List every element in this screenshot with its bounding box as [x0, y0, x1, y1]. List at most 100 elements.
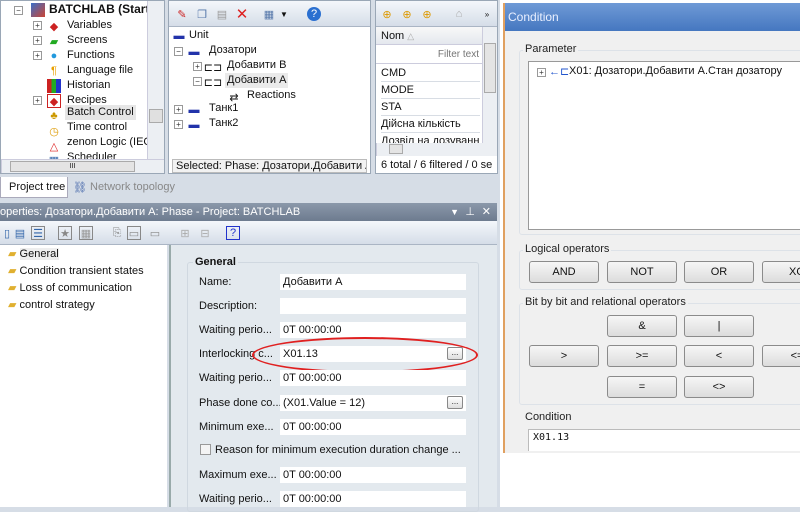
pin-icon[interactable]: ⊥	[465, 203, 475, 221]
bitwise-and-button[interactable]: &	[607, 315, 677, 337]
parameter-tree[interactable]: + ←⊏ X01: Дозатори.Добавити A.Стан дозат…	[528, 61, 800, 230]
reason-checkbox[interactable]	[200, 444, 211, 455]
list-view-icon[interactable]: ▦	[79, 226, 93, 240]
expand-icon[interactable]: +	[537, 68, 546, 77]
toolbar-icon[interactable]: ⎘	[110, 226, 124, 240]
tree-item-tank2[interactable]: Танк2	[209, 116, 238, 131]
link-icon[interactable]: ⌂	[452, 7, 466, 21]
xor-button[interactable]: XO	[762, 261, 800, 283]
horizontal-scrollbar[interactable]	[376, 143, 497, 156]
horizontal-scrollbar[interactable]: III	[1, 159, 164, 173]
favorites-icon[interactable]: ★	[58, 226, 72, 240]
toolbar-icon[interactable]: ▯	[0, 226, 14, 240]
filter-input[interactable]	[376, 46, 482, 64]
column-header-nom[interactable]: Nom △	[376, 27, 482, 45]
expand-icon[interactable]: +	[33, 51, 42, 60]
tree-item-unit[interactable]: Unit	[189, 28, 209, 43]
expand-icon[interactable]: +	[33, 96, 42, 105]
tree-item-tank1[interactable]: Танк1	[209, 101, 238, 116]
edit-icon[interactable]: ✎	[175, 7, 189, 21]
tree-item-historian[interactable]: Historian	[67, 78, 110, 93]
less-button[interactable]: <	[684, 345, 754, 367]
help-icon[interactable]: ?	[226, 226, 240, 240]
expand-icon[interactable]: +	[193, 62, 202, 71]
collapse-icon[interactable]: −	[174, 47, 183, 56]
bitwise-or-button[interactable]: |	[684, 315, 754, 337]
minimum-execution-field[interactable]: 0T 00:00:00	[280, 419, 466, 435]
paste-icon[interactable]: ▤	[215, 7, 229, 21]
description-field[interactable]	[280, 298, 466, 314]
list-row[interactable]: STA	[381, 99, 480, 116]
list-row[interactable]: Дійсна кількість	[381, 116, 480, 133]
dropdown-icon[interactable]: ▼	[277, 7, 291, 21]
field-label: Minimum exe...	[199, 421, 274, 433]
scroll-thumb[interactable]: III	[10, 161, 135, 172]
waiting-period-field[interactable]: 0T 00:00:00	[280, 491, 466, 507]
overflow-icon[interactable]: »	[480, 7, 494, 21]
tree-item-time-control[interactable]: Time control	[67, 120, 127, 135]
list-row[interactable]: CMD	[381, 65, 480, 82]
collapse-icon[interactable]: −	[14, 6, 23, 15]
tab-project-tree[interactable]: Project tree	[0, 177, 68, 198]
or-button[interactable]: OR	[684, 261, 754, 283]
layout-icon[interactable]: ▦	[262, 7, 276, 21]
expand-icon[interactable]: +	[33, 21, 42, 30]
greater-equal-button[interactable]: >=	[607, 345, 677, 367]
help-icon[interactable]: ?	[307, 7, 321, 21]
scroll-thumb[interactable]	[389, 144, 403, 154]
add-variable-icon[interactable]: ⊕	[420, 7, 434, 21]
collapse-all-icon[interactable]: ⊟	[198, 226, 212, 240]
group-item-condition-transient[interactable]: ▰ Condition transient states	[8, 264, 144, 279]
tree-item-batch-control[interactable]: Batch Control	[65, 105, 136, 120]
list-row[interactable]: Дозвіл на дозуванн	[381, 133, 480, 143]
browse-button[interactable]: ...	[447, 396, 463, 409]
vertical-scrollbar[interactable]	[482, 27, 497, 143]
grouped-view-icon[interactable]: ☰	[31, 226, 45, 240]
equal-button[interactable]: =	[607, 376, 677, 398]
and-button[interactable]: AND	[529, 261, 599, 283]
tree-item-language-file[interactable]: Language file	[67, 63, 133, 78]
tab-network-topology[interactable]: Network topology	[90, 177, 175, 197]
phase-done-condition-field[interactable]: (X01.Value = 12)...	[280, 395, 466, 411]
less-equal-button[interactable]: <=	[762, 345, 800, 367]
name-field[interactable]: Добавити A	[280, 274, 466, 290]
expand-all-icon[interactable]: ⊞	[178, 226, 192, 240]
delete-icon[interactable]: ✕	[235, 6, 249, 23]
tree-item-dobavyty-a[interactable]: Добавити A	[225, 73, 289, 88]
vertical-scrollbar[interactable]	[147, 1, 164, 159]
collapse-icon[interactable]: −	[193, 77, 202, 86]
scroll-thumb[interactable]	[149, 109, 163, 123]
group-item-general[interactable]: ▰ General	[8, 247, 59, 262]
group-item-loss-of-communication[interactable]: ▰ Loss of communication	[8, 281, 132, 296]
add-variable-icon[interactable]: ⊕	[400, 7, 414, 21]
maximum-execution-field[interactable]: 0T 00:00:00	[280, 467, 466, 483]
tree-item-reactions[interactable]: Reactions	[247, 88, 296, 103]
scroll-thumb[interactable]	[484, 43, 496, 93]
add-variable-icon[interactable]: ⊕	[380, 7, 394, 21]
tree-item-functions[interactable]: Functions	[67, 48, 115, 63]
close-icon[interactable]: ✕	[482, 203, 491, 221]
greater-button[interactable]: >	[529, 345, 599, 367]
copy-icon[interactable]: ❐	[195, 7, 209, 21]
toolbar-icon[interactable]: ▭	[127, 226, 141, 240]
group-item-control-strategy[interactable]: ▰ control strategy	[8, 298, 95, 313]
tree-item-variables[interactable]: Variables	[67, 18, 112, 33]
tree-item-dozatory[interactable]: Дозатори	[209, 43, 257, 58]
tree-item-screens[interactable]: Screens	[67, 33, 107, 48]
condition-input[interactable]: X01.13	[528, 429, 800, 451]
waiting-period-field[interactable]: 0T 00:00:00	[280, 370, 466, 386]
expand-icon[interactable]: +	[174, 120, 183, 129]
not-equal-button[interactable]: <>	[684, 376, 754, 398]
toolbar-icon[interactable]: ▭	[148, 226, 162, 240]
tree-item-dobavyty-b[interactable]: Добавити B	[227, 58, 286, 73]
variable-rows: CMD MODE STA Дійсна кількість Дозвіл на …	[376, 65, 482, 143]
parameter-item[interactable]: X01: Дозатори.Добавити A.Стан дозатору	[569, 65, 782, 77]
expand-icon[interactable]: +	[33, 36, 42, 45]
sort-icon[interactable]: ▤	[13, 226, 27, 240]
tree-item-project[interactable]: BATCHLAB (Start p	[49, 2, 160, 17]
list-row[interactable]: MODE	[381, 82, 480, 99]
waiting-period-field[interactable]: 0T 00:00:00	[280, 322, 466, 338]
expand-icon[interactable]: +	[174, 105, 183, 114]
dropdown-icon[interactable]: ▼	[450, 203, 459, 221]
not-button[interactable]: NOT	[607, 261, 677, 283]
